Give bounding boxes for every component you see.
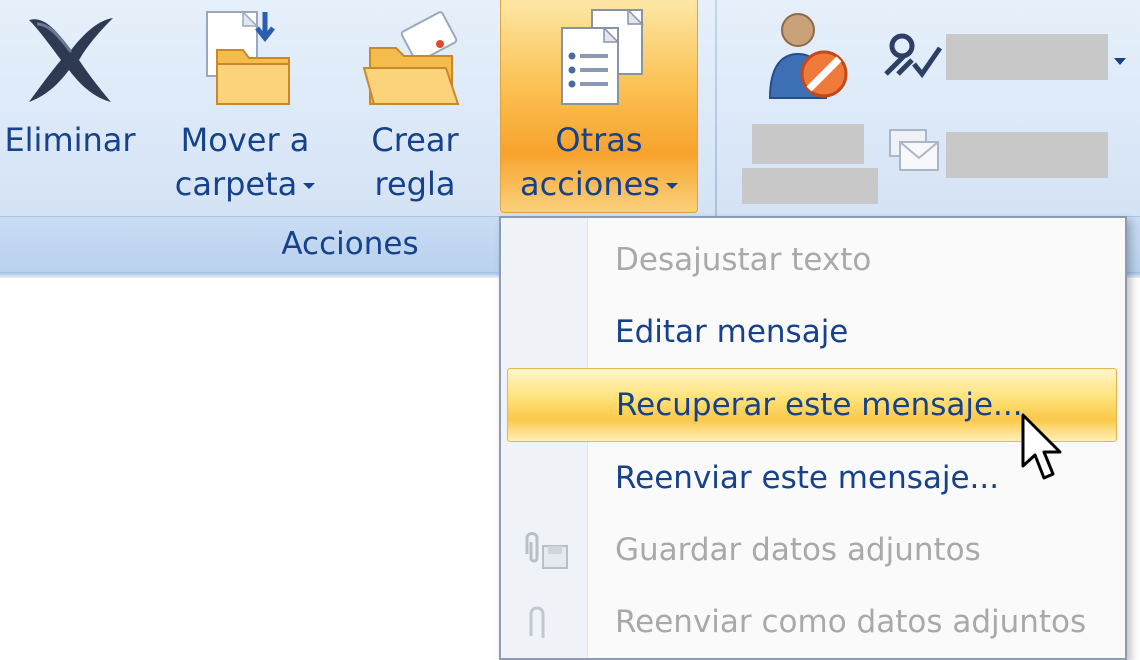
menu-item-edit-message[interactable]: Editar mensaje <box>501 296 1125 368</box>
menu-item-save-attachments[interactable]: Guardar datos adjuntos <box>501 514 1125 586</box>
forward-attachment-icon <box>529 606 545 638</box>
group-separator <box>715 0 717 216</box>
redacted-field <box>946 34 1108 80</box>
move-to-folder-button[interactable]: Mover a carpeta <box>160 0 330 212</box>
create-rule-folder-icon <box>362 11 460 105</box>
move-to-folder-icon <box>206 10 290 105</box>
mouse-cursor-icon <box>1021 413 1062 480</box>
chevron-down-icon[interactable] <box>1114 58 1126 65</box>
create-rule-label: Crear regla <box>371 121 459 203</box>
redacted-field <box>742 168 878 204</box>
other-actions-button[interactable]: Otras acciones <box>500 0 698 213</box>
handshake-check-icon[interactable] <box>882 30 944 82</box>
delete-x-icon <box>29 18 113 102</box>
block-sender-icon[interactable] <box>762 6 858 106</box>
menu-item-unwrap-text[interactable]: Desajustar texto <box>501 224 1125 296</box>
other-actions-documents-icon <box>561 8 644 105</box>
save-attachments-icon <box>525 532 568 569</box>
delete-label: Eliminar <box>4 121 136 159</box>
delete-button[interactable]: Eliminar <box>0 0 140 212</box>
redacted-field <box>752 124 864 164</box>
chevron-down-icon <box>303 183 316 189</box>
group-label-actions: Acciones <box>281 226 419 262</box>
move-to-folder-label: Mover a carpeta <box>160 118 330 206</box>
other-actions-label: Otras acciones <box>501 118 697 206</box>
chevron-down-icon <box>665 183 678 189</box>
envelopes-icon[interactable] <box>886 126 942 174</box>
create-rule-button[interactable]: Crear regla <box>350 0 480 212</box>
menu-item-forward-as-attachment[interactable]: Reenviar como datos adjuntos <box>501 586 1125 658</box>
redacted-field <box>946 132 1108 178</box>
